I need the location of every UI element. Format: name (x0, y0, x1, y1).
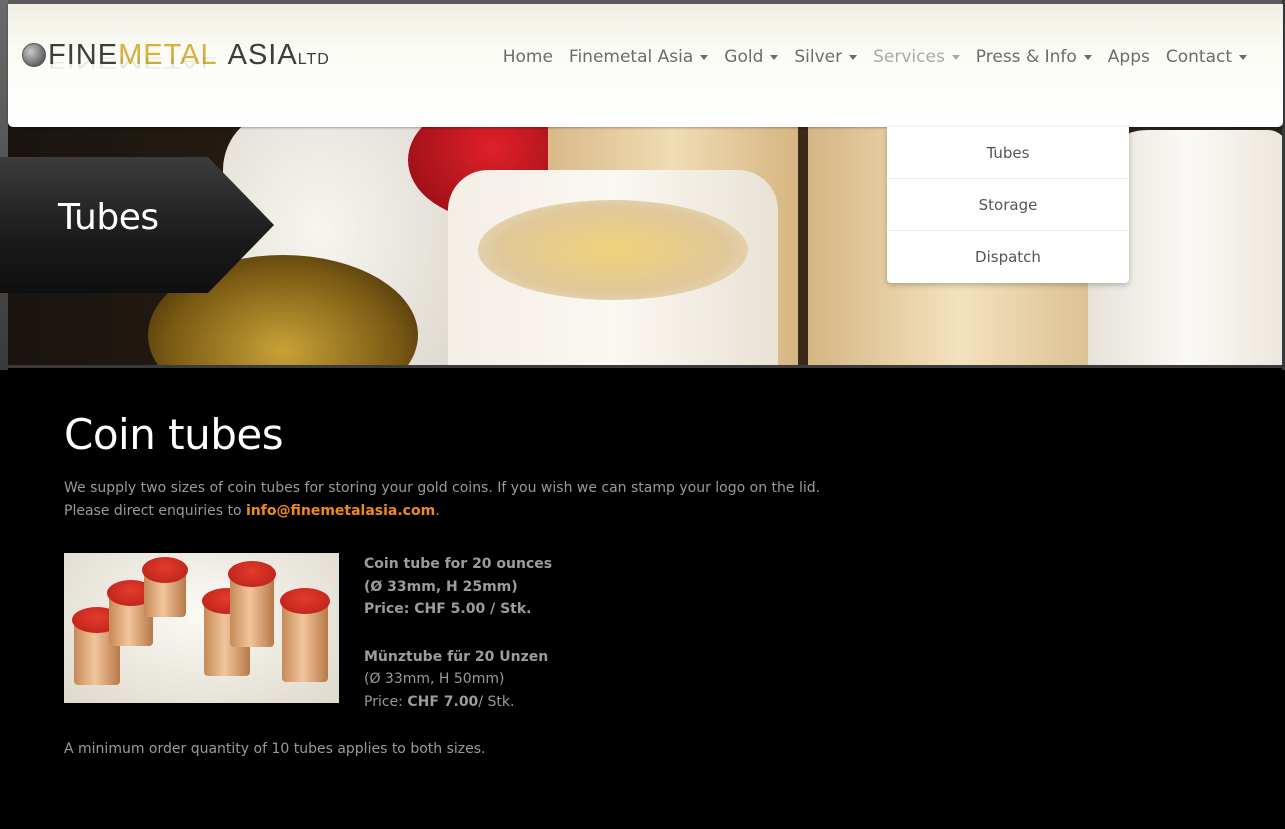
product1-dims: (Ø 33mm, H 25mm) (364, 578, 518, 595)
product-details: Coin tube for 20 ounces (Ø 33mm, H 25mm)… (364, 553, 552, 713)
nav-label: Gold (724, 47, 764, 67)
intro-text: We supply two sizes of coin tubes for st… (64, 477, 1224, 523)
site-header: FINEMETAL ASIALTD FINEMETAL Home Finemeta… (8, 4, 1283, 127)
product1-price: Price: CHF 5.00 / Stk. (364, 601, 532, 617)
product2-name: Münztube für 20 Unzen (364, 648, 549, 665)
nav-label: Contact (1165, 47, 1232, 67)
tube-lid (228, 561, 276, 587)
site-logo[interactable]: FINEMETAL ASIALTD FINEMETAL (22, 38, 442, 98)
logo-reflection-metal: METAL (118, 53, 218, 72)
product-tube (228, 561, 276, 647)
caret-down-icon (770, 54, 779, 60)
nav-item-finemetal-asia[interactable]: Finemetal Asia (561, 47, 716, 67)
main-nav: Home Finemetal Asia Gold Silver Services… (495, 47, 1255, 67)
caret-down-icon (1239, 54, 1247, 60)
nav-item-apps[interactable]: Apps (1100, 47, 1158, 67)
nav-label: Home (502, 47, 553, 67)
intro-line-2: Please direct enquiries to info@finemeta… (64, 500, 1224, 523)
hero-divider (8, 365, 1282, 368)
hero-tube-gold-coins (478, 200, 748, 300)
product2-dims: (Ø 33mm, H 50mm) (364, 671, 505, 687)
dropdown-item-storage[interactable]: Storage (887, 179, 1129, 231)
nav-label: Silver (794, 47, 843, 67)
globe-logo-icon (22, 43, 46, 67)
nav-label: Finemetal Asia (568, 47, 694, 67)
caret-down-icon (1083, 54, 1092, 60)
minimum-order-note: A minimum order quantity of 10 tubes app… (64, 741, 486, 757)
nav-label: Services (873, 47, 945, 67)
nav-label: Apps (1107, 47, 1150, 67)
coin-tubes-image (64, 553, 339, 703)
email-link[interactable]: info@finemetalasia.com (246, 503, 435, 519)
dropdown-item-dispatch[interactable]: Dispatch (887, 231, 1129, 283)
logo-asia: ASIA (227, 39, 298, 71)
tube-lid (280, 588, 330, 614)
nav-item-services[interactable]: Services (865, 47, 968, 67)
intro-line-1: We supply two sizes of coin tubes for st… (64, 480, 821, 496)
product-tube (280, 588, 330, 682)
nav-label: Press & Info (975, 47, 1077, 67)
caret-down-icon (951, 54, 960, 60)
nav-item-gold[interactable]: Gold (716, 47, 786, 67)
product2-price: Price: CHF 7.00/ Stk. (364, 691, 552, 714)
dropdown-item-tubes[interactable]: Tubes (887, 127, 1129, 179)
product-tube (142, 557, 188, 617)
logo-reflection-fine: FINE (48, 53, 119, 72)
product2-price-label: Price: (364, 693, 408, 710)
caret-down-icon (700, 54, 709, 60)
section-heading: Coin tubes (64, 410, 284, 459)
logo-reflection: FINEMETAL (48, 53, 218, 72)
product2-price-suffix: / Stk. (478, 693, 515, 710)
logo-ltd: LTD (297, 51, 330, 68)
services-dropdown-menu: Tubes Storage Dispatch (887, 127, 1129, 283)
product2-price-value: CHF 7.00 (407, 693, 479, 710)
nav-item-press-info[interactable]: Press & Info (968, 47, 1100, 67)
product2-block: Münztube für 20 Unzen (Ø 33mm, H 50mm) P… (364, 646, 552, 714)
tube-lid (142, 557, 188, 583)
intro-suffix: . (435, 503, 440, 519)
dropdown-pointer (925, 118, 943, 127)
caret-down-icon (849, 54, 858, 60)
nav-item-silver[interactable]: Silver (786, 47, 865, 67)
product1-name: Coin tube for 20 ounces (364, 556, 553, 572)
intro-prefix: Please direct enquiries to (64, 503, 246, 519)
main-content: Coin tubes We supply two sizes of coin t… (64, 410, 1224, 757)
product-row: Coin tube for 20 ounces (Ø 33mm, H 25mm)… (64, 553, 1224, 713)
page-title: Tubes (58, 197, 159, 238)
nav-item-home[interactable]: Home (495, 47, 561, 67)
nav-item-contact[interactable]: Contact (1158, 47, 1255, 67)
